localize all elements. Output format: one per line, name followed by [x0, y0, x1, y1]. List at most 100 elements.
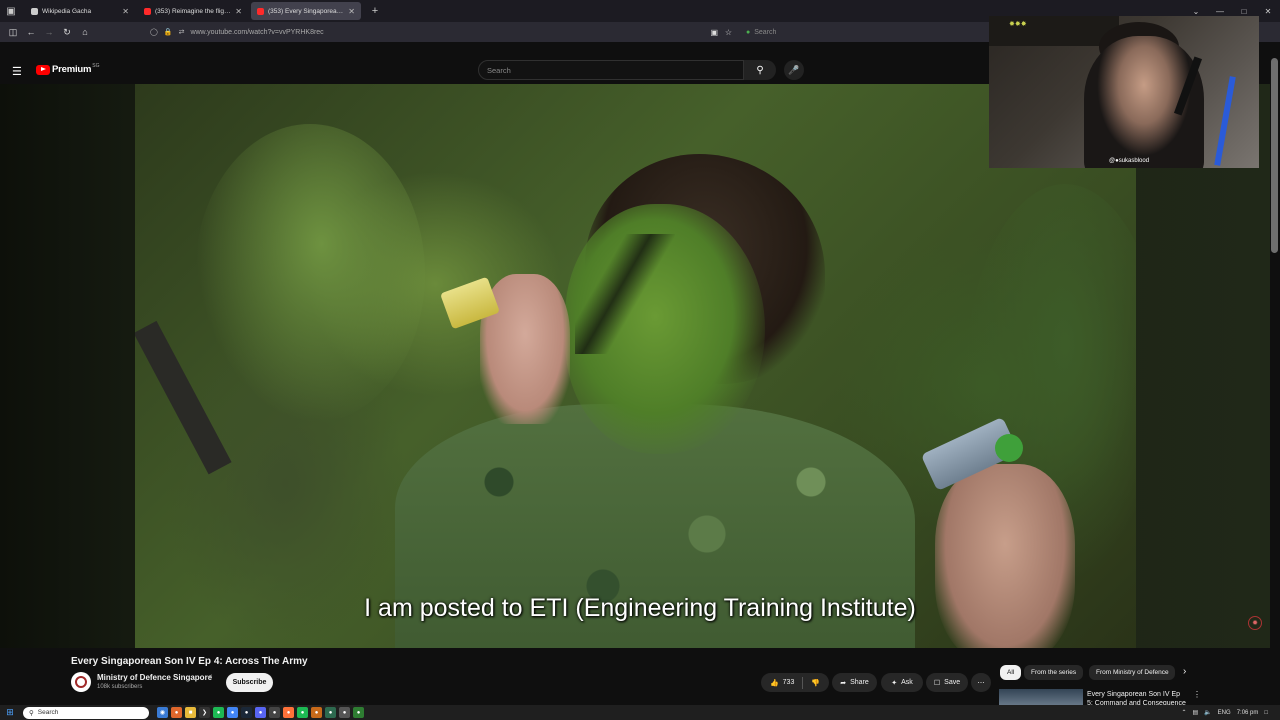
tab-title: Wikipedia Gacha — [42, 7, 92, 15]
streamer-handle: @●sukasblood — [1109, 158, 1150, 164]
subscribe-button[interactable]: Subscribe — [226, 673, 273, 692]
hamburger-menu-icon[interactable]: ☰ — [12, 65, 22, 78]
video-title: Every Singaporean Son IV Ep 4: Across Th… — [71, 656, 308, 667]
scrollbar-thumb[interactable] — [1271, 58, 1278, 253]
streamer-webcam-overlay: ✸✸✸ @●sukasblood — [989, 16, 1259, 168]
obs-icon[interactable]: ● — [269, 707, 280, 718]
steam-icon[interactable]: ● — [241, 707, 252, 718]
youtube-favicon-icon — [144, 7, 151, 15]
like-count[interactable]: 733 — [783, 679, 795, 686]
like-dislike-group: 👍 733 👎 — [761, 673, 829, 692]
taskbar-search-placeholder: Search — [37, 709, 59, 716]
url-text[interactable]: www.youtube.com/watch?v=vvPYRHK8rec — [190, 29, 323, 36]
lock-icon[interactable]: 🔒 — [164, 28, 173, 36]
app-icon[interactable]: ● — [353, 707, 364, 718]
widgets-icon[interactable]: ◉ — [157, 707, 168, 718]
neon-sign: ✸✸✸ — [1009, 21, 1027, 28]
save-label: Save — [944, 679, 961, 686]
wikipedia-favicon-icon — [31, 7, 38, 15]
tab-list-icon[interactable]: ▣ — [0, 0, 22, 22]
sparkle-icon: ✦ — [891, 679, 898, 687]
youtube-play-icon — [36, 64, 50, 75]
close-tab-icon[interactable]: ✕ — [235, 7, 242, 16]
close-window-icon[interactable]: ✕ — [1256, 0, 1280, 22]
share-icon: ➦ — [840, 679, 847, 687]
app-icon[interactable]: ● — [325, 707, 336, 718]
translate-icon[interactable]: ▣ — [710, 28, 718, 37]
youtube-search-input[interactable]: Search — [478, 60, 744, 80]
related-video-thumbnail[interactable] — [999, 689, 1083, 706]
windows-start-icon[interactable]: ⊞ — [3, 706, 17, 720]
firefox-icon[interactable]: ● — [171, 707, 182, 718]
terminal-icon[interactable]: ❯ — [199, 707, 210, 718]
chevron-right-icon[interactable]: › — [1183, 666, 1186, 677]
app-icon[interactable]: ● — [339, 707, 350, 718]
face-paint — [575, 234, 675, 354]
chevron-up-icon[interactable]: ⌃ — [1181, 709, 1186, 716]
chrome-icon[interactable]: ● — [227, 707, 238, 718]
search-icon: ⚲ — [29, 709, 34, 717]
discord-icon[interactable]: ● — [255, 707, 266, 718]
back-icon[interactable]: ← — [22, 23, 40, 41]
subscriber-count: 108k subscribers — [97, 684, 143, 690]
youtube-logo[interactable]: Premium SG — [36, 62, 100, 75]
kebab-menu-icon[interactable]: ⋮ — [1193, 690, 1201, 699]
video-player[interactable]: I am posted to ETI (Engineering Training… — [0, 84, 1280, 648]
share-button[interactable]: ➦ Share — [832, 673, 877, 692]
save-button[interactable]: ☐ Save — [926, 673, 968, 692]
background-soldier — [195, 124, 425, 424]
logo-text: Premium — [52, 64, 92, 75]
url-bar[interactable]: ◯ 🔒 ⇄ www.youtube.com/watch?v=vvPYRHK8re… — [150, 24, 740, 40]
verified-icon: ✔ — [207, 674, 213, 681]
system-tray: ⌃ ▤ 🔈 ENG 7:06 pm □ — [1181, 705, 1268, 720]
reload-icon[interactable]: ↻ — [58, 23, 76, 41]
language-indicator[interactable]: ENG — [1218, 710, 1231, 716]
ask-button[interactable]: ✦ Ask — [881, 673, 923, 692]
dislike-icon[interactable]: 👎 — [811, 679, 820, 687]
taskbar-apps: ◉ ● ■ ❯ ● ● ● ● ● ● ● ● ● ● ● — [157, 707, 364, 718]
browser-search-placeholder: Search — [754, 28, 777, 36]
shield-icon[interactable]: ◯ — [150, 28, 158, 36]
browser-tab-2[interactable]: (353) Reimagine the flight and... ✕ — [138, 2, 248, 20]
windows-taskbar: ⊞ ⚲ Search ◉ ● ■ ❯ ● ● ● ● ● ● ● ● ● ● ●… — [0, 705, 1280, 720]
like-icon[interactable]: 👍 — [770, 679, 779, 687]
ask-label: Ask — [901, 679, 913, 686]
microphone-icon[interactable]: 🎤 — [784, 60, 804, 80]
chip-all[interactable]: All — [1000, 665, 1022, 680]
forward-icon[interactable]: → — [40, 23, 58, 41]
taskbar-search[interactable]: ⚲ Search — [23, 706, 149, 719]
spotify-icon[interactable]: ● — [213, 707, 224, 718]
channel-avatar[interactable] — [71, 672, 91, 692]
browser-tab-1[interactable]: Wikipedia Gacha ✕ — [25, 2, 135, 20]
permissions-icon[interactable]: ⇄ — [179, 28, 185, 36]
search-icon[interactable]: ⚲ — [744, 60, 776, 80]
close-tab-icon[interactable]: ✕ — [122, 7, 129, 16]
logo-country: SG — [92, 62, 100, 69]
tab-title: (353) Reimagine the flight and... — [155, 7, 232, 15]
video-frame[interactable] — [135, 84, 1136, 648]
spotify-icon[interactable]: ● — [297, 707, 308, 718]
more-actions-button[interactable]: ⋯ — [971, 673, 991, 692]
network-icon[interactable]: ▤ — [1193, 709, 1199, 716]
mindef-crest-icon — [75, 676, 87, 688]
home-icon[interactable]: ⌂ — [76, 23, 94, 41]
browser-search-field[interactable]: ● Search — [746, 24, 986, 40]
youtube-favicon-icon — [257, 7, 264, 15]
channel-name[interactable]: Ministry of Defence Singapore — [97, 673, 212, 682]
new-tab-button[interactable]: + — [367, 3, 383, 19]
led-strip — [1214, 76, 1236, 166]
clock[interactable]: 7:06 pm — [1237, 710, 1259, 716]
channel-watermark-icon[interactable]: ✹ — [1248, 616, 1262, 630]
volume-icon[interactable]: 🔈 — [1204, 709, 1211, 716]
file-explorer-icon[interactable]: ■ — [185, 707, 196, 718]
app-icon[interactable]: ● — [311, 707, 322, 718]
chip-from-channel[interactable]: From Ministry of Defence — [1089, 665, 1175, 680]
bookmark-star-icon[interactable]: ☆ — [725, 28, 732, 37]
sidebar-toggle-icon[interactable]: ◫ — [4, 23, 22, 41]
browser-icon[interactable]: ● — [283, 707, 294, 718]
share-label: Share — [850, 679, 869, 686]
notification-icon[interactable]: □ — [1264, 710, 1268, 716]
close-tab-icon[interactable]: ✕ — [348, 7, 355, 16]
browser-tab-3-active[interactable]: (353) Every Singaporean Son IV... ✕ — [251, 2, 361, 20]
chip-from-series[interactable]: From the series — [1024, 665, 1084, 680]
